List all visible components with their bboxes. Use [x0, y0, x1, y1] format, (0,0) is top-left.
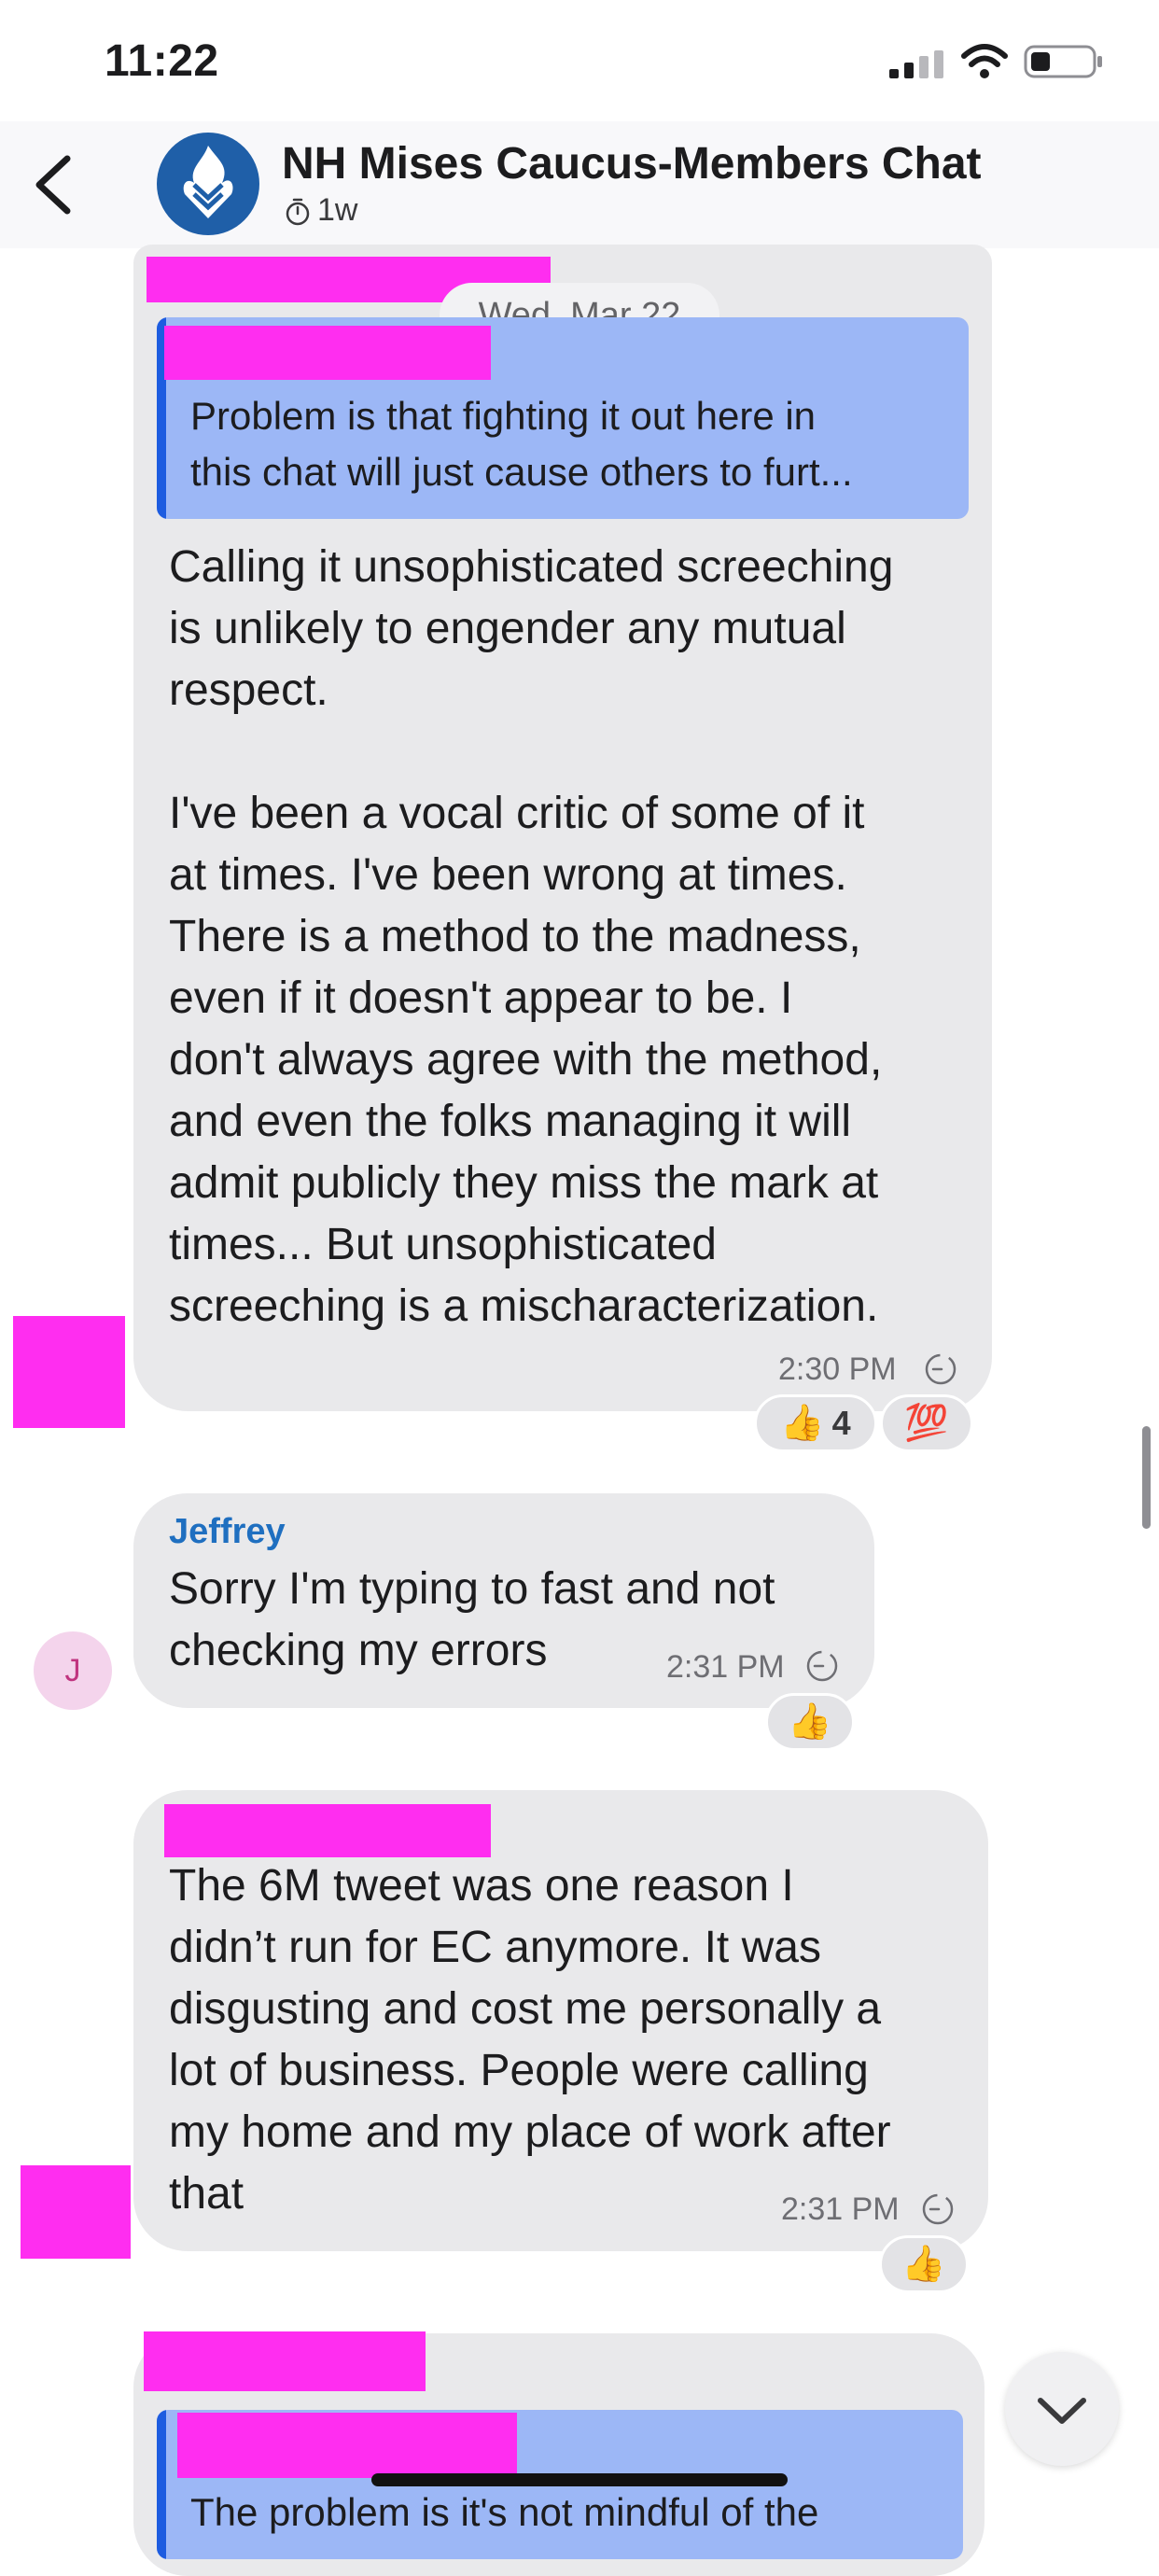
group-avatar[interactable] — [157, 133, 259, 235]
message-text: Calling it unsophisticated screeching is… — [169, 542, 894, 1331]
hundred-points-emoji: 💯 — [904, 1404, 949, 1443]
reaction-count: 4 — [831, 1404, 851, 1442]
thumbs-up-emoji: 👍 — [780, 1404, 825, 1443]
redacted-sender-name — [144, 2331, 426, 2391]
reaction-thumbs-up[interactable]: 👍 4 — [754, 1394, 877, 1452]
reply-accent-bar — [157, 2410, 166, 2559]
reply-preview-text: The problem is it's not mindful of the — [190, 2490, 819, 2534]
reaction-hundred-points[interactable]: 💯 — [880, 1394, 973, 1452]
cellular-signal-icon — [889, 50, 943, 78]
redacted-avatar — [21, 2165, 131, 2259]
redacted-reply-author — [164, 326, 491, 380]
redacted-avatar — [13, 1316, 125, 1428]
wifi-icon — [961, 44, 1008, 78]
message-timestamp: 2:30 PM — [778, 1351, 897, 1387]
chevron-left-icon[interactable] — [22, 147, 88, 222]
sender-name[interactable]: Jeffrey — [169, 1512, 286, 1552]
thumbs-up-emoji: 👍 — [901, 2245, 946, 2284]
message-timestamp: 2:31 PM — [666, 1649, 785, 1685]
thumbs-up-emoji: 👍 — [788, 1702, 832, 1742]
reply-preview-text: Problem is that fighting it out here in … — [190, 394, 853, 494]
message-timestamp: 2:31 PM — [781, 2191, 900, 2227]
redacted-reply-author — [177, 2413, 517, 2478]
avatar[interactable]: J — [34, 1631, 112, 1710]
battery-icon — [1024, 45, 1102, 78]
chat-title[interactable]: NH Mises Caucus-Members Chat — [282, 138, 982, 189]
redacted-sender-name — [164, 1804, 491, 1857]
scrollbar[interactable] — [1142, 1426, 1151, 1529]
disappearing-clock-icon — [806, 1650, 838, 1682]
disappearing-timer-label: 1w — [317, 192, 358, 228]
timer-icon — [286, 198, 310, 226]
disappearing-clock-icon — [925, 1353, 957, 1385]
scroll-to-bottom-button[interactable] — [1005, 2352, 1119, 2466]
reaction-thumbs-up[interactable]: 👍 — [879, 2235, 969, 2293]
chevron-down-icon — [1038, 2398, 1086, 2424]
message-text: The 6M tweet was one reason I didn’t run… — [169, 1861, 891, 2219]
flame-logo-icon — [183, 146, 233, 218]
home-indicator — [371, 2473, 788, 2486]
message-text: Sorry I'm typing to fast and not checkin… — [169, 1564, 775, 1675]
status-time: 11:22 — [105, 36, 219, 86]
disappearing-clock-icon — [922, 2193, 954, 2225]
reaction-thumbs-up[interactable]: 👍 — [765, 1693, 855, 1751]
